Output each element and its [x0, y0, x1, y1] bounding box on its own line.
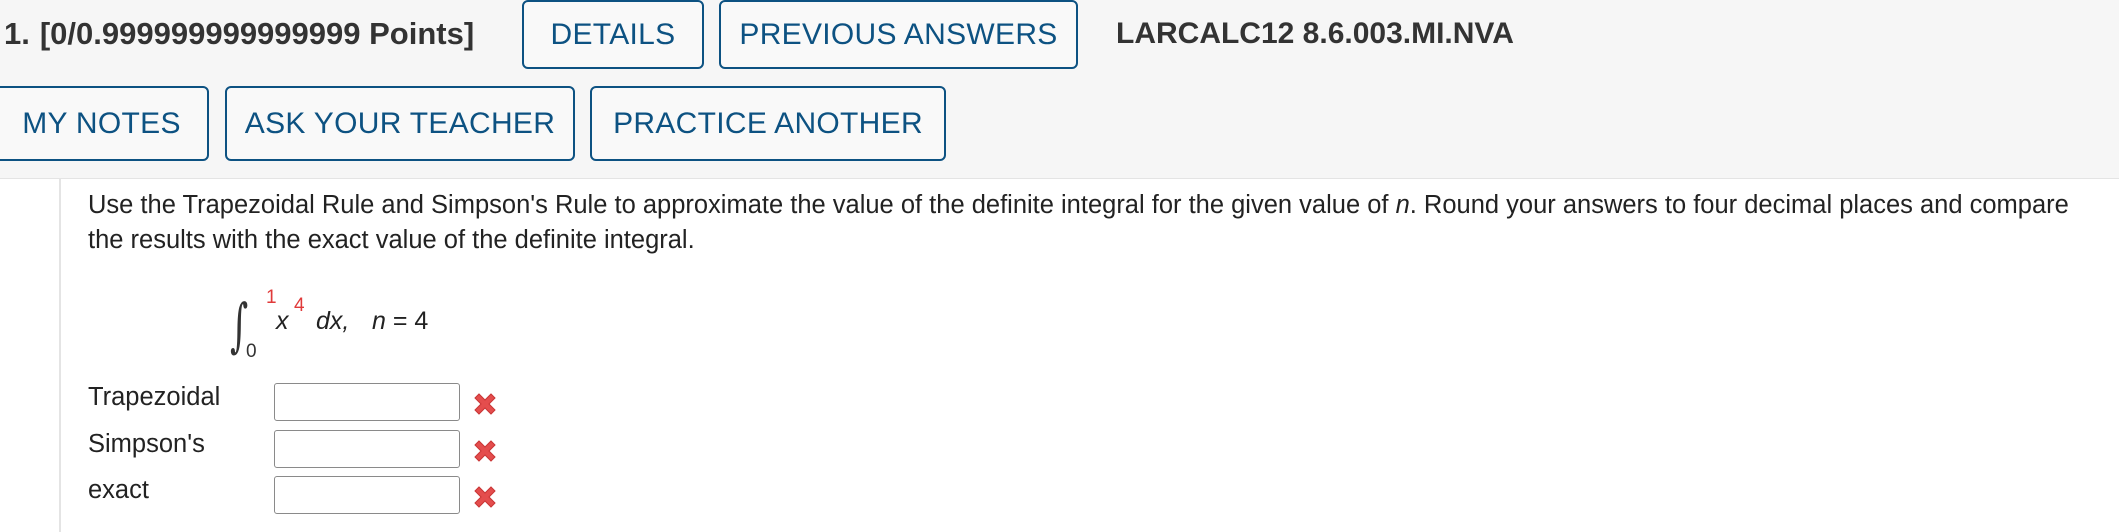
details-button[interactable]: DETAILS: [522, 0, 704, 69]
problem-text-var: n: [1395, 191, 1410, 219]
integral-differential: dx,: [316, 307, 350, 335]
problem-text-part1: Use the Trapezoidal Rule and Simpson's R…: [88, 191, 1396, 219]
integrand-exponent: 4: [294, 295, 305, 316]
content-left-rule: [59, 178, 61, 532]
exact-label: exact: [88, 476, 149, 504]
problem-statement: Use the Trapezoidal Rule and Simpson's R…: [88, 188, 2098, 258]
exact-input[interactable]: [274, 476, 460, 514]
question-number: 1. [0/0.999999999999999 Points]: [4, 14, 474, 54]
incorrect-x-icon: [474, 393, 496, 415]
question-code: LARCALC12 8.6.003.MI.NVA: [1116, 17, 1514, 50]
integral-upper-limit: 1: [266, 287, 277, 308]
previous-answers-button[interactable]: PREVIOUS ANSWERS: [719, 0, 1078, 69]
question-points: [0/0.999999999999999 Points]: [39, 16, 475, 51]
n-variable: n: [372, 307, 386, 335]
trapezoidal-input[interactable]: [274, 383, 460, 421]
n-equals: = 4: [385, 307, 429, 335]
question-index: 1.: [4, 16, 30, 51]
simpsons-label: Simpson's: [88, 430, 205, 458]
integrand-variable: x: [276, 307, 289, 336]
my-notes-button[interactable]: MY NOTES: [0, 86, 209, 161]
integral-n-value: n = 4: [372, 307, 428, 336]
integral-lower-limit: 0: [246, 341, 257, 362]
integrand-x: x: [276, 307, 289, 335]
practice-another-button[interactable]: PRACTICE ANOTHER: [590, 86, 946, 161]
incorrect-x-icon: [474, 486, 496, 508]
integral-expression: ∫ 1 0 x 4 dx, n = 4: [230, 285, 490, 365]
simpsons-input[interactable]: [274, 430, 460, 468]
incorrect-x-icon: [474, 440, 496, 462]
ask-your-teacher-button[interactable]: ASK YOUR TEACHER: [225, 86, 575, 161]
trapezoidal-label: Trapezoidal: [88, 383, 221, 411]
